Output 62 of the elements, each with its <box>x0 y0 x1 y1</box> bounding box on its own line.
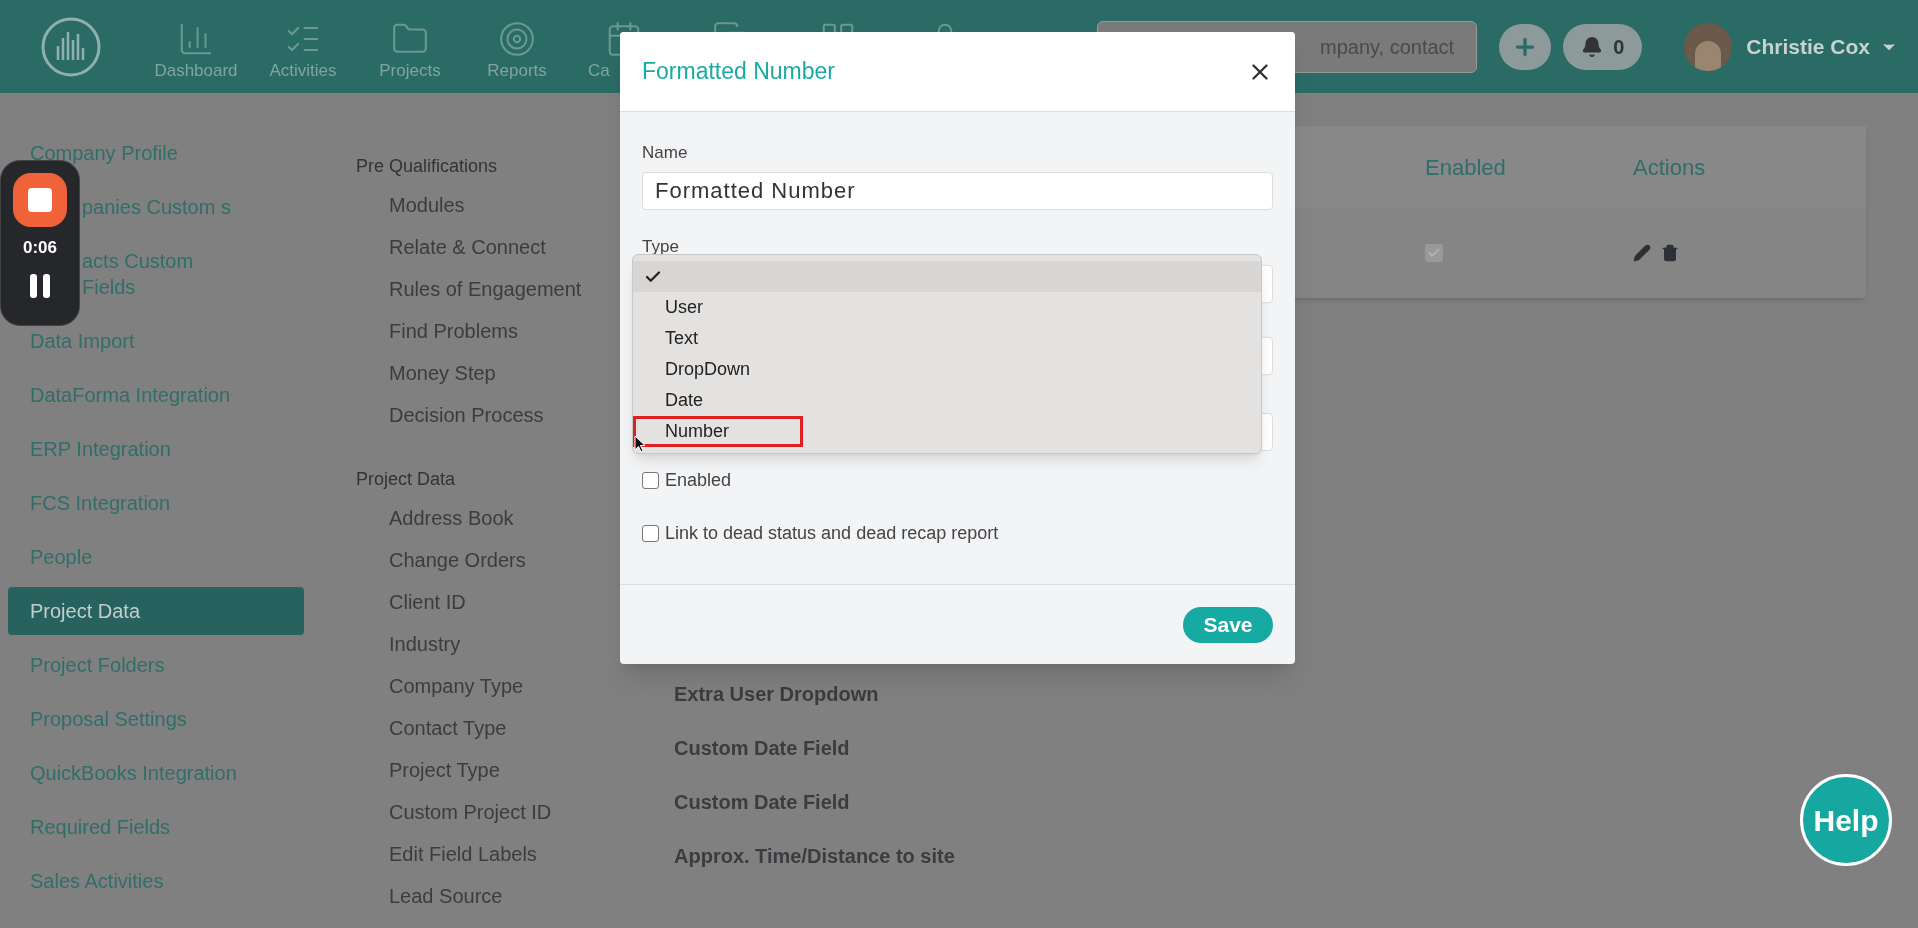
sidebar-item[interactable]: DataForma Integration <box>8 371 304 419</box>
sidebar-item[interactable]: Data Import <box>8 317 304 365</box>
dropdown-option[interactable]: Date <box>633 385 1261 416</box>
field-name: Custom Date Field <box>674 790 851 815</box>
target-icon[interactable] <box>498 19 536 58</box>
checkbox[interactable] <box>642 472 659 489</box>
group-heading: Pre Qualifications <box>356 155 499 178</box>
group-heading: Project Data <box>356 468 457 491</box>
dropdown-option[interactable]: Text <box>633 323 1261 354</box>
sidebar-item[interactable]: FCS Integration <box>8 479 304 527</box>
notification-count: 0 <box>1613 34 1625 60</box>
field-label: Name <box>642 142 689 164</box>
dropdown-option[interactable]: Number <box>633 416 803 447</box>
modal-title: Formatted Number <box>642 57 835 87</box>
sidebar-item[interactable]: panies Custom s <box>82 183 304 231</box>
checkbox[interactable] <box>642 525 659 542</box>
recording-time: 0:06 <box>23 237 57 259</box>
nav-label[interactable]: Dashboard <box>154 57 238 84</box>
sidebar-item[interactable]: Project Data <box>8 587 304 635</box>
sidebar-item[interactable]: QuickBooks Integration <box>8 749 304 797</box>
nav-label[interactable]: Reports <box>487 57 547 84</box>
field-label: Type <box>642 235 680 258</box>
stop-button[interactable] <box>13 173 67 227</box>
nav-label[interactable]: Projects <box>379 57 441 84</box>
dropdown-option[interactable]: User <box>633 292 1261 323</box>
field-name: Approx. Time/Distance to site <box>674 844 956 869</box>
stop-icon <box>28 188 52 212</box>
notifications-button[interactable]: 0 <box>1563 23 1643 70</box>
user-name[interactable]: Christie Cox <box>1746 30 1870 63</box>
dropdown-option[interactable]: DropDown <box>633 354 1261 385</box>
sidebar-item[interactable]: Project Folders <box>8 641 304 689</box>
sidebar-item[interactable]: acts Custom Fields <box>82 237 304 311</box>
sidebar-item[interactable]: Sales Activities <box>8 857 304 905</box>
settings-link[interactable]: Edit Field Labels <box>356 833 630 875</box>
settings-link[interactable]: Contact Type <box>356 707 630 749</box>
column-header: Actions <box>1633 154 1706 180</box>
save-button[interactable]: Save <box>1183 606 1273 643</box>
logo-icon[interactable] <box>40 15 102 78</box>
name-input[interactable]: Formatted Number <box>642 171 1273 210</box>
edit-icon[interactable] <box>1633 244 1651 262</box>
sidebar-item[interactable]: ERP Integration <box>8 425 304 473</box>
settings-link[interactable]: Lead Source <box>356 875 630 917</box>
column-header: Enabled <box>1425 154 1506 180</box>
help-button[interactable]: Help <box>1800 774 1892 866</box>
sidebar-item[interactable]: Company Profile <box>8 129 304 177</box>
sidebar-item[interactable]: Required Fields <box>8 803 304 851</box>
cursor-icon <box>634 435 646 453</box>
field-name: Extra User Dropdown <box>674 682 880 707</box>
add-button[interactable] <box>1499 23 1552 70</box>
field-name: Custom Date Field <box>674 736 851 761</box>
checkbox-label: Enabled <box>665 469 732 492</box>
settings-link[interactable]: Company Type <box>356 665 630 707</box>
nav-label[interactable]: Ca <box>574 57 610 84</box>
pause-icon[interactable] <box>29 272 51 299</box>
settings-link[interactable]: Project Type <box>356 749 630 791</box>
bell-icon <box>1581 35 1604 58</box>
sidebar-item[interactable]: People <box>8 533 304 581</box>
delete-icon[interactable] <box>1661 244 1679 262</box>
settings-link[interactable]: Custom Project ID <box>356 791 630 833</box>
nav-label[interactable]: Activities <box>269 57 337 84</box>
sidebar-item[interactable]: Proposal Settings <box>8 695 304 743</box>
checkbox-label: Link to dead status and dead recap report <box>665 522 999 545</box>
